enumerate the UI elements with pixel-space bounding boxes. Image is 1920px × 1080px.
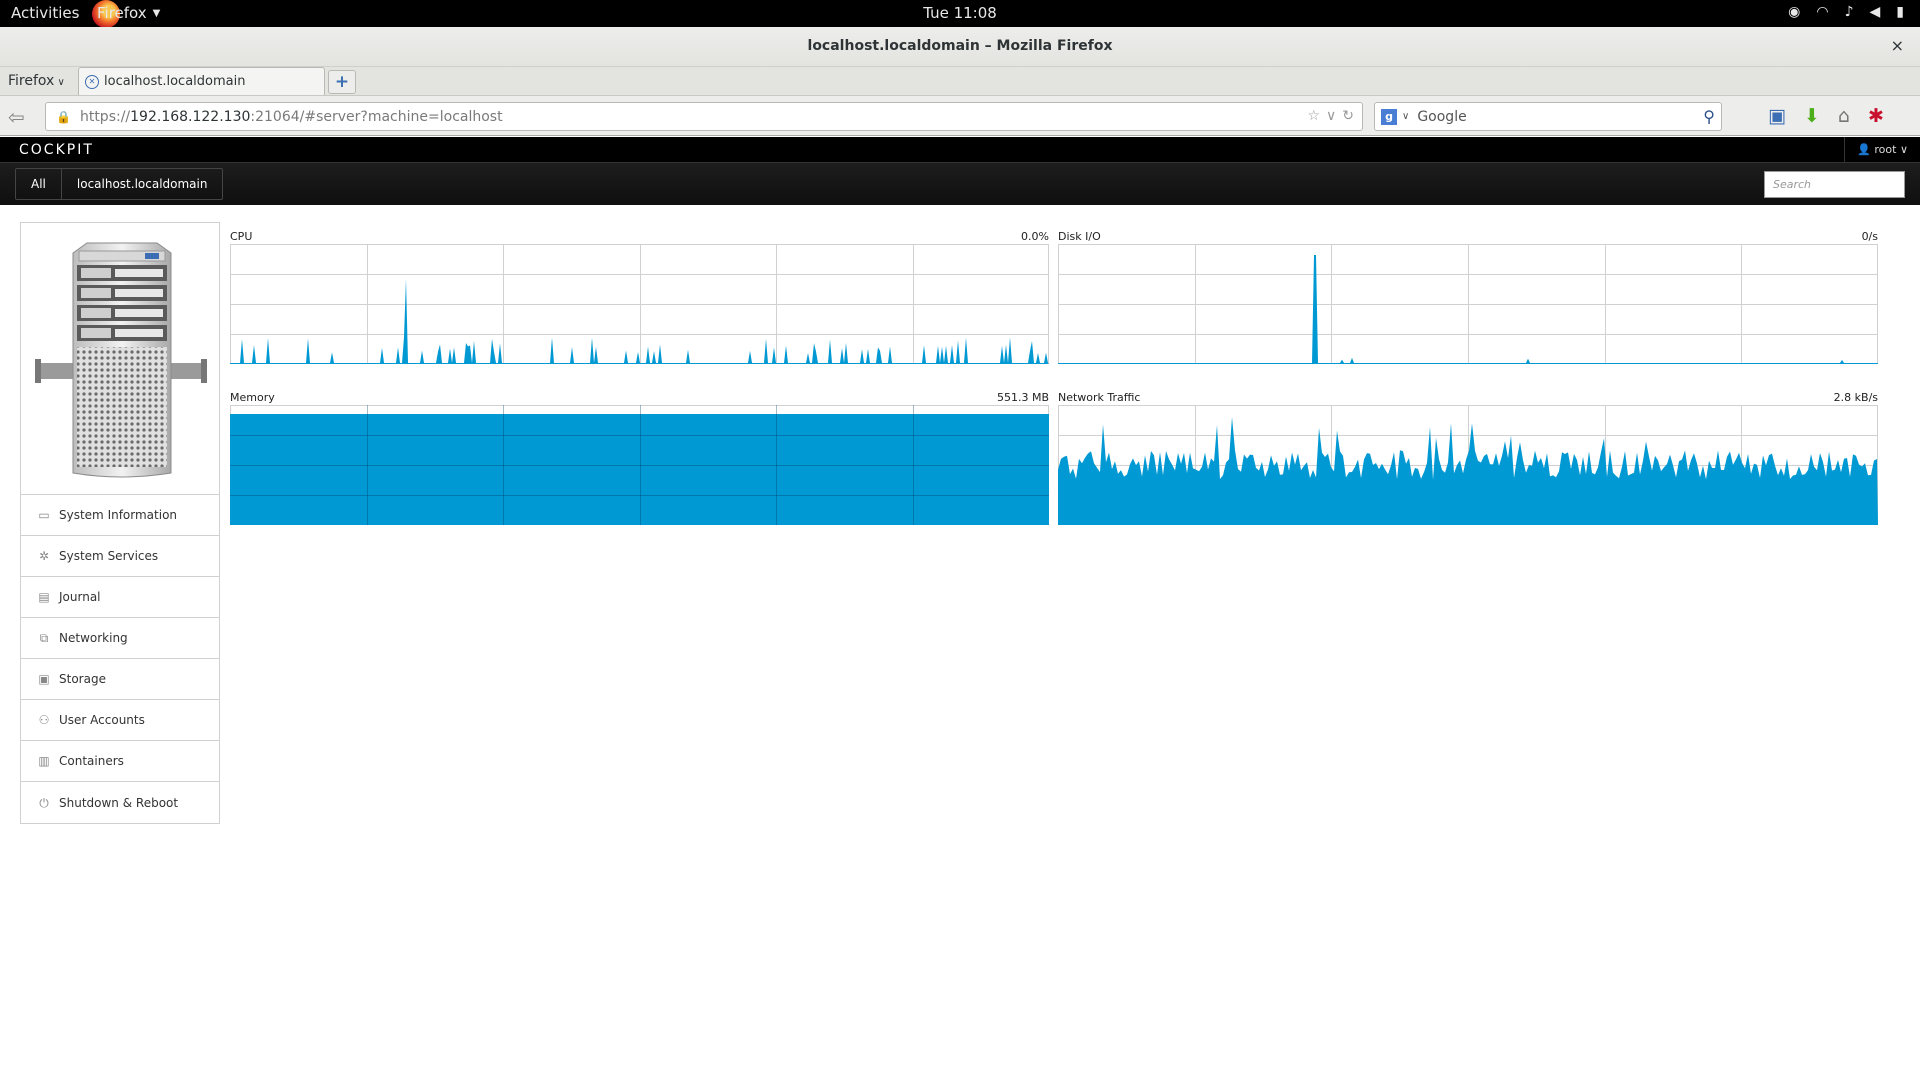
server-sidebar: ▭ System Information ✲ System Services ▤… <box>20 222 220 824</box>
nav-system-services[interactable]: ✲ System Services <box>21 536 219 577</box>
network-traffic-graph: Network Traffic 2.8 kB/s <box>1058 387 1878 525</box>
url-path: :21064/#server?machine=localhost <box>250 108 503 125</box>
nav-system-information[interactable]: ▭ System Information <box>21 495 219 536</box>
network-traffic-plot <box>1058 405 1878 525</box>
firefox-menu-button[interactable]: Firefox ∨ <box>8 73 65 89</box>
search-engine-icon[interactable]: g <box>1381 108 1397 125</box>
lock-icon[interactable]: 🔒 <box>56 110 71 124</box>
breadcrumb-all[interactable]: All <box>16 169 61 199</box>
disk-io-graph: Disk I/O 0/s <box>1058 226 1878 364</box>
memory-graph-label: Memory <box>230 391 275 404</box>
app-menu-label: Firefox <box>97 4 147 22</box>
network-traffic-graph-label: Network Traffic <box>1058 391 1141 404</box>
window-titlebar: localhost.localdomain – Mozilla Firefox … <box>0 27 1920 67</box>
nav-storage[interactable]: ▣ Storage <box>21 659 219 700</box>
chevron-down-icon: ▼ <box>152 7 161 19</box>
wifi-icon[interactable]: ◠ <box>1816 4 1828 20</box>
addon-icon[interactable]: ✱ <box>1868 105 1884 127</box>
clock[interactable]: Tue 11:08 <box>0 4 1920 22</box>
memory-area <box>230 414 1049 525</box>
disk-io-graph-value: 0/s <box>1861 230 1878 243</box>
nav-journal[interactable]: ▤ Journal <box>21 577 219 618</box>
containers-icon: ▥ <box>38 754 50 768</box>
window-title: localhost.localdomain – Mozilla Firefox <box>807 38 1113 54</box>
tab-title: localhost.localdomain <box>104 74 246 89</box>
url-host: 192.168.122.130 <box>130 108 251 125</box>
nav-label: Networking <box>59 631 128 645</box>
power-icon: ⏻ <box>39 795 49 810</box>
gear-icon: ✲ <box>38 549 50 563</box>
firefox-menu-label: Firefox <box>8 73 55 89</box>
cockpit-brand: COCKPIT <box>19 142 94 158</box>
browser-tab[interactable]: ✕ localhost.localdomain <box>78 67 325 95</box>
home-icon[interactable]: ⌂ <box>1838 105 1850 127</box>
battery-icon[interactable]: ▮ <box>1896 4 1904 20</box>
nav-label: Shutdown & Reboot <box>59 795 179 810</box>
bookmarks-menu-icon[interactable]: ▣ <box>1768 105 1786 127</box>
cpu-graph-label: CPU <box>230 230 253 243</box>
navigation-toolbar: ⇦ 🔒 https:// 192.168.122.130 :21064/#ser… <box>0 95 1920 136</box>
disk-io-graph-label: Disk I/O <box>1058 230 1101 243</box>
users-icon: ⚇ <box>38 713 50 727</box>
memory-graph: Memory 551.3 MB <box>230 387 1049 525</box>
nav-label: Journal <box>59 590 101 604</box>
journal-icon: ▤ <box>38 590 50 604</box>
chevron-down-icon: ∨ <box>1899 143 1908 156</box>
nav-label: Containers <box>59 754 124 768</box>
storage-icon: ▣ <box>38 672 50 686</box>
cpu-graph: CPU 0.0% <box>230 226 1049 364</box>
downloads-icon[interactable]: ⬇ <box>1804 105 1820 127</box>
close-window-button[interactable]: × <box>1891 36 1904 55</box>
memory-graph-value: 551.3 MB <box>996 391 1049 404</box>
user-icon: 👤 <box>1857 143 1871 156</box>
cpu-graph-value: 0.0% <box>1021 230 1049 243</box>
nav-networking[interactable]: ⧉ Networking <box>21 618 219 659</box>
system-tray[interactable]: ◉ ◠ ♪ ◀ ▮ <box>1788 4 1904 20</box>
nav-label: System Information <box>59 508 178 522</box>
search-icon[interactable]: ⚲ <box>1703 107 1715 126</box>
system-top-bar: Activities Firefox ▼ Tue 11:08 ◉ ◠ ♪ ◀ ▮ <box>0 0 1920 28</box>
chevron-down-icon: ∨ <box>54 77 65 88</box>
nav-label: System Services <box>59 549 159 563</box>
accessibility-icon[interactable]: ◉ <box>1788 4 1800 20</box>
toolbar-buttons: ▣ ⬇ ⌂ ✱ <box>1768 105 1884 127</box>
cockpit-favicon-icon: ✕ <box>85 74 99 89</box>
search-bar[interactable]: g ∨ Google ⚲ <box>1374 102 1722 131</box>
user-name: root <box>1874 143 1897 156</box>
memory-plot <box>230 405 1049 525</box>
nav-label: User Accounts <box>59 713 145 727</box>
nav-user-accounts[interactable]: ⚇ User Accounts <box>21 700 219 741</box>
reload-icon[interactable]: ↻ <box>1342 108 1354 124</box>
cpu-plot <box>230 244 1049 364</box>
cockpit-navbar: All localhost.localdomain Search <box>0 163 1920 205</box>
disk-io-plot <box>1058 244 1878 364</box>
url-protocol: https:// <box>79 108 131 125</box>
volume-icon[interactable]: ◀ <box>1870 4 1881 20</box>
breadcrumb-host[interactable]: localhost.localdomain <box>60 169 223 199</box>
user-menu[interactable]: 👤 root ∨ <box>1844 137 1920 162</box>
network-icon: ⧉ <box>39 631 49 645</box>
nav-label: Storage <box>59 672 106 686</box>
nav-shutdown-reboot[interactable]: ⏻ Shutdown & Reboot <box>21 782 219 823</box>
server-image <box>21 223 219 495</box>
bookmark-star-icon[interactable]: ☆ <box>1307 108 1320 124</box>
tab-strip: Firefox ∨ ✕ localhost.localdomain + <box>0 67 1920 95</box>
search-engine-dropdown-icon[interactable]: ∨ <box>1402 111 1409 122</box>
cockpit-search-input[interactable]: Search <box>1764 171 1905 198</box>
breadcrumb: All localhost.localdomain <box>15 168 224 200</box>
search-placeholder: Google <box>1417 108 1467 125</box>
network-traffic-graph-value: 2.8 kB/s <box>1833 391 1878 404</box>
monitor-icon: ▭ <box>38 508 50 522</box>
notifications-icon[interactable]: ♪ <box>1845 4 1854 20</box>
new-tab-button[interactable]: + <box>328 70 356 94</box>
back-arrow-icon[interactable]: ⇦ <box>8 105 25 129</box>
nav-containers[interactable]: ▥ Containers <box>21 741 219 782</box>
history-dropdown-icon[interactable]: ∨ <box>1326 108 1336 124</box>
cockpit-header: COCKPIT 👤 root ∨ <box>0 137 1920 163</box>
url-bar[interactable]: 🔒 https:// 192.168.122.130 :21064/#serve… <box>45 102 1363 131</box>
